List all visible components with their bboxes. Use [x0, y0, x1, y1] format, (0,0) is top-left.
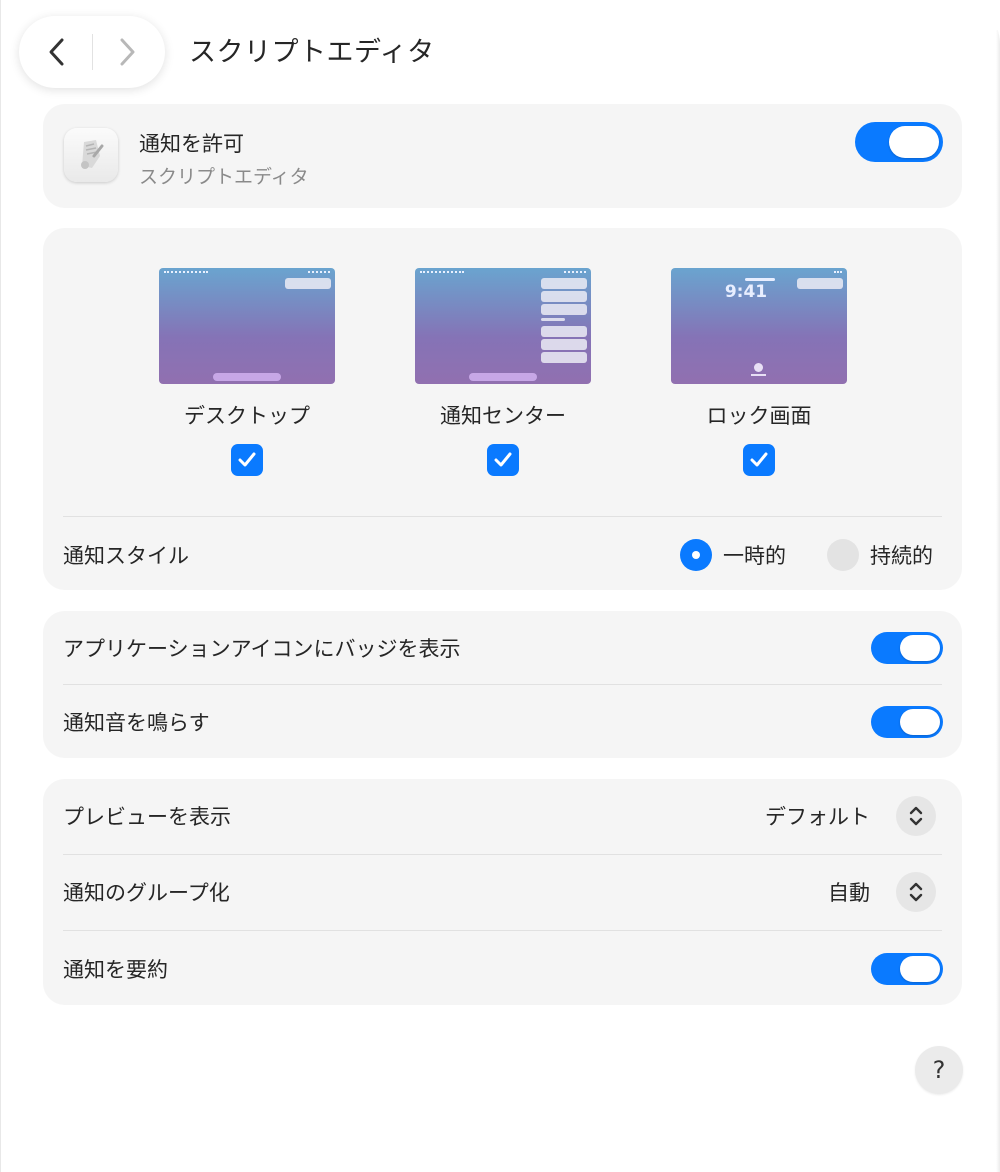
desktop-label: デスクトップ	[184, 404, 310, 428]
lock-screen-preview-thumbnail[interactable]: 9:41	[671, 268, 847, 384]
checkmark-icon	[750, 452, 768, 467]
notification-banner	[797, 278, 843, 289]
back-button[interactable]	[35, 30, 79, 74]
chevron-right-icon	[120, 38, 135, 66]
status-dots	[834, 271, 842, 275]
script-scroll-icon	[81, 140, 104, 169]
lock-screen-label: ロック画面	[706, 404, 812, 428]
allow-notifications-toggle[interactable]	[855, 122, 943, 162]
row-divider	[63, 930, 942, 931]
preview-grouping-card: プレビューを表示 デフォルト 通知のグループ化 自動 通知を要約	[43, 779, 962, 1005]
notification-center-label: 通知センター	[440, 404, 566, 428]
persistent-label: 持続的	[870, 544, 933, 568]
notification-item	[541, 304, 587, 315]
dock	[213, 373, 281, 381]
row-divider	[63, 516, 942, 517]
user-avatar-icon	[754, 363, 763, 372]
summarize-toggle[interactable]	[871, 953, 943, 985]
row-divider	[63, 854, 942, 855]
chevron-up-down-icon	[909, 806, 923, 826]
toggle-knob	[900, 635, 940, 661]
user-name-line	[751, 374, 766, 376]
row-divider	[63, 684, 942, 685]
badge-toggle[interactable]	[871, 632, 943, 664]
show-preview-value[interactable]: デフォルト	[765, 801, 870, 831]
menubar-right	[308, 271, 330, 275]
alert-style-card: デスクトップ 通知センター 9:41 ロック画面 通知スタイル 一時的 持続的	[43, 228, 962, 590]
notification-center-checkbox[interactable]	[487, 444, 519, 476]
settings-window: スクリプトエディタ 通知を許可 スクリプトエディタ デスクトップ 通知センター …	[0, 0, 1000, 1172]
show-preview-label: プレビューを表示	[63, 805, 231, 829]
question-mark-icon: ?	[932, 1056, 946, 1084]
temporary-radio[interactable]	[680, 539, 712, 571]
chevron-up-down-icon	[909, 882, 923, 902]
dock	[469, 373, 537, 381]
notification-item	[541, 339, 587, 350]
grouping-popup-button[interactable]	[896, 872, 936, 912]
checkmark-icon	[494, 452, 512, 467]
temporary-label: 一時的	[723, 544, 786, 568]
toggle-knob	[900, 956, 940, 982]
page-title: スクリプトエディタ	[189, 37, 435, 68]
chevron-left-icon	[49, 38, 64, 66]
notification-item	[541, 352, 587, 363]
forward-button[interactable]	[105, 30, 149, 74]
lock-date-bar	[745, 278, 775, 281]
nav-divider	[92, 34, 93, 70]
toggle-knob	[900, 709, 940, 735]
navigation-pill	[19, 16, 165, 88]
menubar-right	[564, 271, 586, 275]
menubar-left	[420, 271, 464, 275]
persistent-radio[interactable]	[827, 539, 859, 571]
grouping-label: 通知のグループ化	[63, 881, 230, 905]
notification-center-preview-thumbnail[interactable]	[415, 268, 591, 384]
window-edge	[996, 30, 1000, 1172]
toggle-knob	[889, 126, 939, 158]
badge-label: アプリケーションアイコンにバッジを表示	[63, 637, 461, 661]
sound-label: 通知音を鳴らす	[63, 711, 210, 735]
lock-screen-checkbox[interactable]	[743, 444, 775, 476]
allow-notifications-label: 通知を許可	[139, 132, 244, 156]
app-name-subtitle: スクリプトエディタ	[139, 166, 309, 188]
notification-divider	[541, 318, 565, 321]
help-button[interactable]: ?	[915, 1046, 963, 1094]
alert-style-label: 通知スタイル	[63, 544, 189, 568]
show-preview-popup-button[interactable]	[896, 796, 936, 836]
notification-item	[541, 278, 587, 289]
summarize-label: 通知を要約	[63, 958, 168, 982]
checkmark-icon	[238, 452, 256, 467]
menubar-left	[164, 271, 208, 275]
allow-notifications-card: 通知を許可 スクリプトエディタ	[43, 104, 962, 208]
notification-item	[541, 291, 587, 302]
desktop-checkbox[interactable]	[231, 444, 263, 476]
sound-toggle[interactable]	[871, 706, 943, 738]
grouping-value[interactable]: 自動	[828, 877, 870, 907]
badges-sound-card: アプリケーションアイコンにバッジを表示 通知音を鳴らす	[43, 611, 962, 758]
notification-item	[541, 326, 587, 337]
script-editor-app-icon	[64, 128, 118, 182]
desktop-preview-thumbnail[interactable]	[159, 268, 335, 384]
notification-banner	[285, 278, 331, 289]
